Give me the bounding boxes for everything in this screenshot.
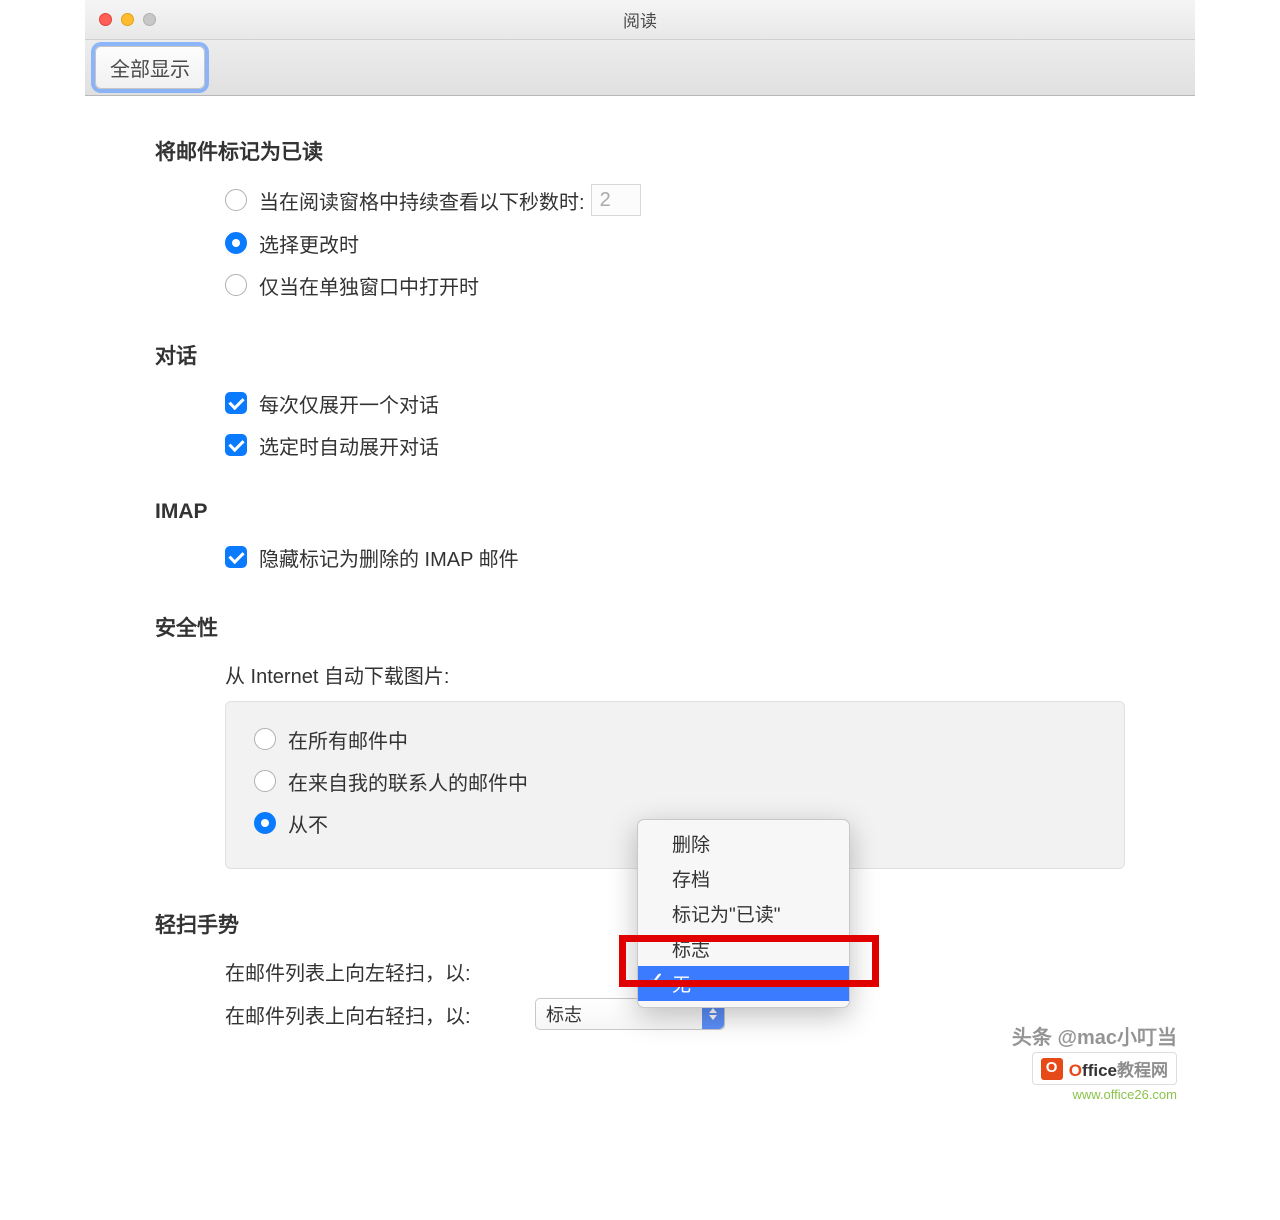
- swipe-right-label: 在邮件列表上向右轻扫，以:: [225, 1000, 535, 1029]
- radio-icon[interactable]: [225, 274, 247, 296]
- radio-icon[interactable]: [254, 728, 276, 750]
- traffic-lights: [85, 13, 156, 26]
- checkbox-row-hide-deleted[interactable]: 隐藏标记为删除的 IMAP 邮件: [225, 542, 1125, 572]
- radio-row-seconds[interactable]: 当在阅读窗格中持续查看以下秒数时:: [225, 184, 1125, 216]
- dropdown-item-mark-read[interactable]: 标记为"已读": [638, 896, 849, 931]
- radio-row-on-change[interactable]: 选择更改时: [225, 228, 1125, 258]
- checkbox-icon[interactable]: [225, 434, 247, 456]
- radio-label: 仅当在单独窗口中打开时: [259, 271, 479, 300]
- radio-label: 在所有邮件中: [288, 725, 408, 754]
- section-conversation: 对话 每次仅展开一个对话 选定时自动展开对话: [155, 340, 1125, 460]
- swipe-left-label: 在邮件列表上向左轻扫，以:: [225, 957, 535, 986]
- dropdown-item-none[interactable]: 无: [638, 966, 849, 1001]
- select-value: 标志: [546, 1001, 582, 1027]
- office-badge: Office教程网: [1032, 1052, 1177, 1085]
- section-title: 将邮件标记为已读: [155, 136, 1125, 166]
- checkbox-icon[interactable]: [225, 546, 247, 568]
- seconds-input[interactable]: [591, 184, 641, 216]
- radio-label: 从不: [288, 809, 328, 838]
- checkbox-label: 隐藏标记为删除的 IMAP 邮件: [259, 543, 519, 572]
- auto-download-label: 从 Internet 自动下载图片:: [225, 660, 1125, 689]
- radio-label: 选择更改时: [259, 229, 359, 258]
- radio-row-separate-window[interactable]: 仅当在单独窗口中打开时: [225, 270, 1125, 300]
- section-title: 对话: [155, 340, 1125, 370]
- office-url: www.office26.com: [1072, 1087, 1177, 1102]
- watermark-author: 头条 @mac小叮当: [1012, 1021, 1177, 1050]
- radio-icon[interactable]: [225, 232, 247, 254]
- swipe-left-dropdown: 删除 存档 标记为"已读" 标志 无: [637, 819, 850, 1008]
- checkbox-row-expand-one[interactable]: 每次仅展开一个对话: [225, 388, 1125, 418]
- radio-row-contacts[interactable]: 在来自我的联系人的邮件中: [254, 766, 1096, 796]
- office-logo-icon: [1041, 1058, 1063, 1080]
- section-title: IMAP: [155, 500, 1125, 524]
- radio-icon[interactable]: [254, 812, 276, 834]
- radio-label: 当在阅读窗格中持续查看以下秒数时:: [259, 186, 585, 215]
- checkbox-label: 选定时自动展开对话: [259, 431, 439, 460]
- watermark: 头条 @mac小叮当 Office教程网 www.office26.com: [1012, 1021, 1177, 1102]
- dropdown-item-delete[interactable]: 删除: [638, 826, 849, 861]
- checkbox-icon[interactable]: [225, 392, 247, 414]
- minimize-button[interactable]: [121, 13, 134, 26]
- dropdown-item-flag[interactable]: 标志: [638, 931, 849, 966]
- section-swipe: 轻扫手势 在邮件列表上向左轻扫，以: 删除 存档 标记为"已读" 标志 无 在邮…: [155, 909, 1125, 1030]
- toolbar: 全部显示: [85, 40, 1195, 96]
- radio-icon[interactable]: [254, 770, 276, 792]
- content: 将邮件标记为已读 当在阅读窗格中持续查看以下秒数时: 选择更改时 仅当在单独窗口…: [85, 96, 1195, 1130]
- swipe-left-row: 在邮件列表上向左轻扫，以: 删除 存档 标记为"已读" 标志 无: [225, 957, 1125, 986]
- radio-icon[interactable]: [225, 189, 247, 211]
- dropdown-item-archive[interactable]: 存档: [638, 861, 849, 896]
- window-title: 阅读: [623, 7, 657, 32]
- section-imap: IMAP 隐藏标记为删除的 IMAP 邮件: [155, 500, 1125, 572]
- titlebar: 阅读: [85, 0, 1195, 40]
- section-title: 安全性: [155, 612, 1125, 642]
- show-all-button[interactable]: 全部显示: [95, 46, 205, 89]
- radio-label: 在来自我的联系人的邮件中: [288, 767, 528, 796]
- checkbox-row-auto-expand[interactable]: 选定时自动展开对话: [225, 430, 1125, 460]
- section-mark-read: 将邮件标记为已读 当在阅读窗格中持续查看以下秒数时: 选择更改时 仅当在单独窗口…: [155, 136, 1125, 300]
- radio-row-all-mail[interactable]: 在所有邮件中: [254, 724, 1096, 754]
- checkbox-label: 每次仅展开一个对话: [259, 389, 439, 418]
- zoom-button: [143, 13, 156, 26]
- close-button[interactable]: [99, 13, 112, 26]
- office-brand: Office教程网: [1069, 1056, 1168, 1081]
